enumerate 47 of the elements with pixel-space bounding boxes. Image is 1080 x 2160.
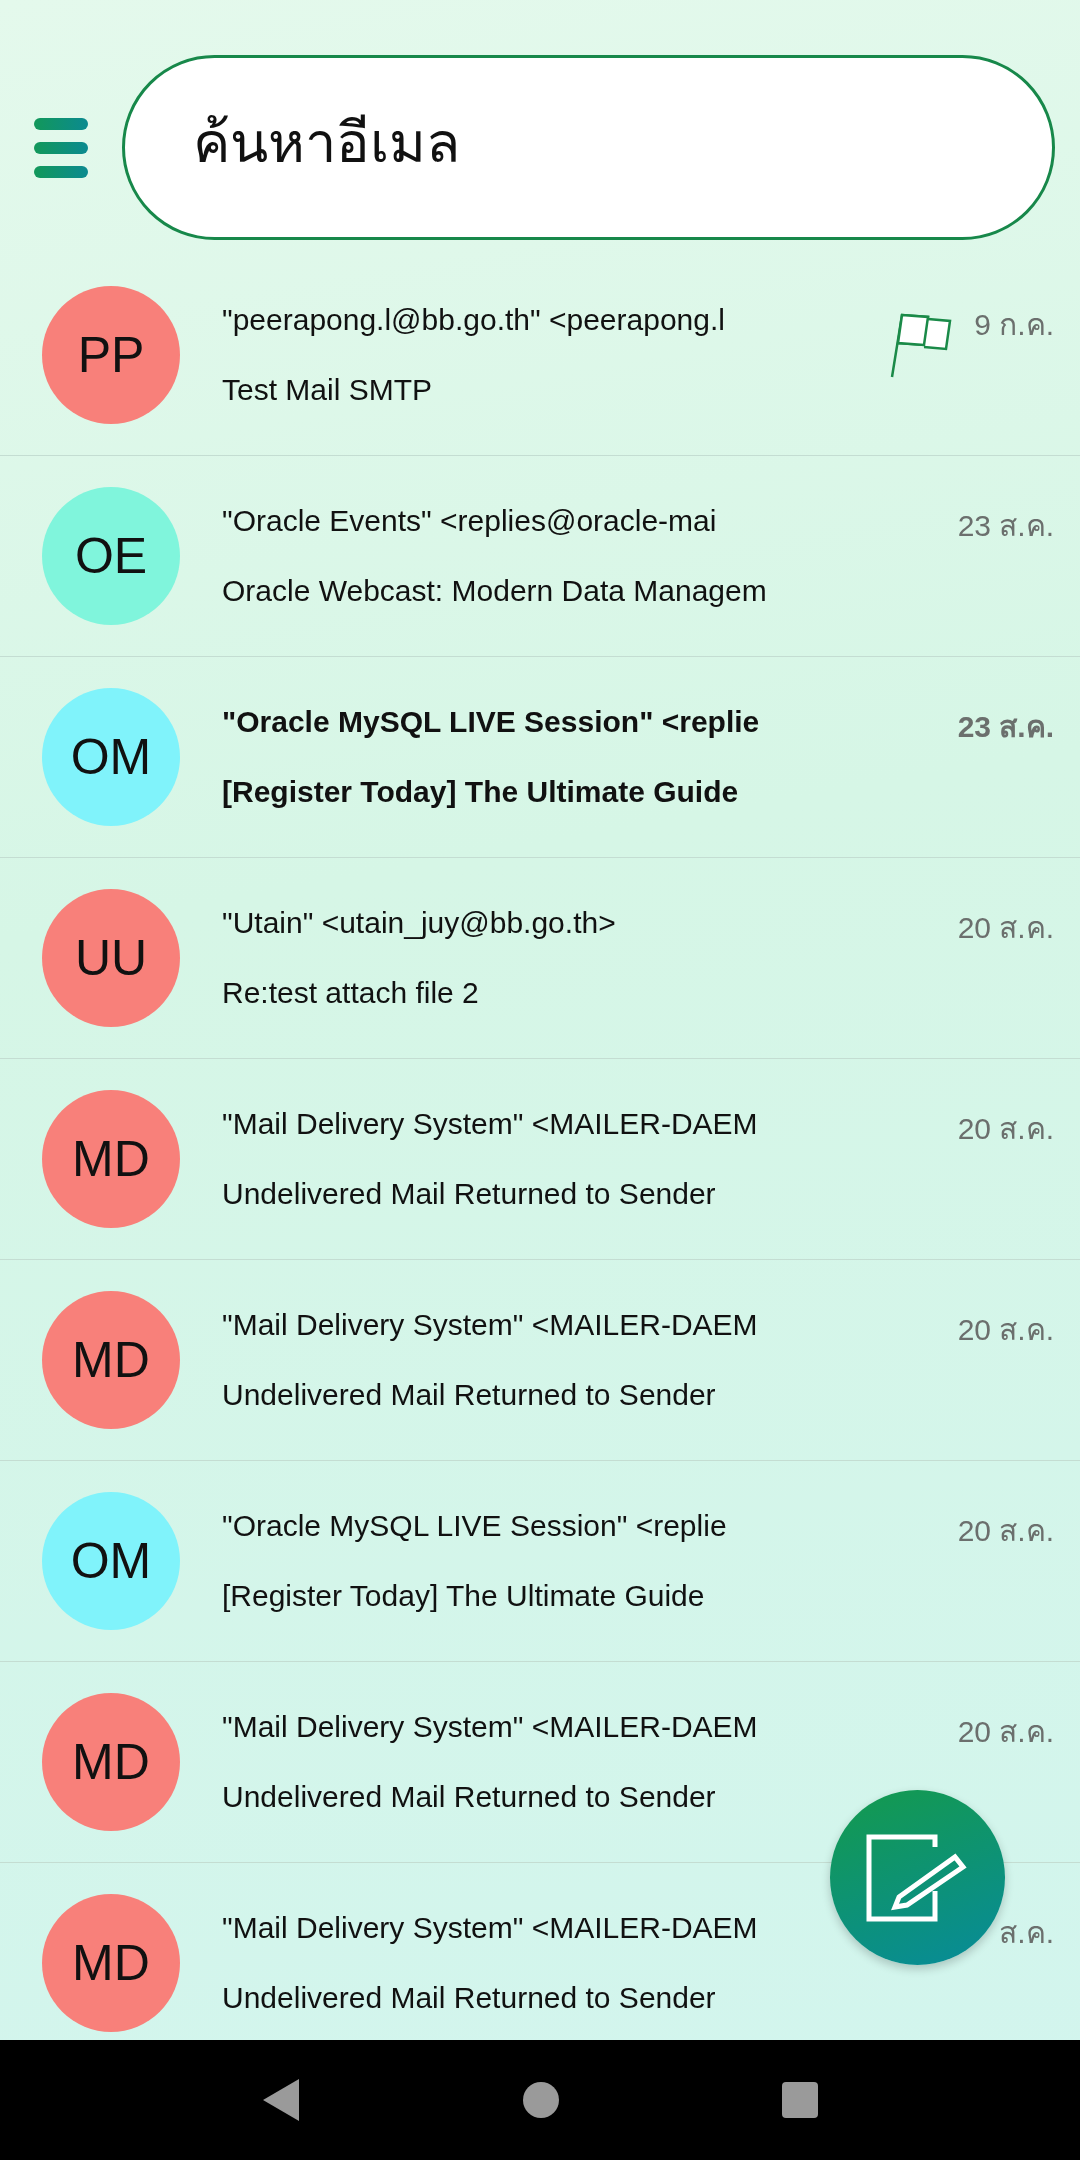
email-row[interactable]: UU "Utain" <utain_juy@bb.go.th> Re:test attach file 2 20 ส.ค. <box>0 858 1080 1059</box>
date-text: 23 ส.ค. <box>957 508 1054 544</box>
sender-text: "Mail Delivery System" <MAILER-DAEM <box>222 1308 759 1342</box>
date-text: 20 ส.ค. <box>957 1714 1054 1750</box>
avatar: MD <box>42 1291 180 1429</box>
email-row[interactable]: OE "Oracle Events" <replies@oracle-mai Oracle Webcast: Modern Data Managem 23 ส.ค. <box>0 456 1080 657</box>
recents-button[interactable] <box>781 2081 820 2119</box>
date-text: 20 ส.ค. <box>957 1312 1054 1348</box>
email-row[interactable]: OM "Oracle MySQL LIVE Session" <replie [Register Today] The Ultimate Guide 23 ส.ค. <box>0 657 1080 858</box>
avatar: MD <box>42 1693 180 1831</box>
sender-text: "Mail Delivery System" <MAILER-DAEM <box>222 1710 759 1744</box>
subject-text: Oracle Webcast: Modern Data Managem <box>222 574 768 608</box>
date-text: 20 ส.ค. <box>957 1111 1054 1147</box>
home-button[interactable] <box>522 2081 560 2119</box>
avatar: OM <box>42 1492 180 1630</box>
email-row[interactable]: OM "Oracle MySQL LIVE Session" <replie [Register Today] The Ultimate Guide 20 ส.ค. <box>0 1461 1080 1662</box>
date-text: ส.ค. <box>999 1915 1054 1951</box>
date-text: 20 ส.ค. <box>957 1513 1054 1549</box>
avatar: OE <box>42 487 180 625</box>
email-row[interactable]: MD "Mail Delivery System" <MAILER-DAEM Undelivered Mail Returned to Sender 20 ส.ค. <box>0 1059 1080 1260</box>
date-text: 9 ก.ค. <box>974 307 1054 343</box>
sender-text: "Oracle Events" <replies@oracle-mai <box>222 504 718 538</box>
subject-text: Undelivered Mail Returned to Sender <box>222 1177 717 1211</box>
menu-button[interactable] <box>34 117 88 178</box>
avatar: UU <box>42 889 180 1027</box>
subject-text: Undelivered Mail Returned to Sender <box>222 1780 717 1814</box>
subject-text: Test Mail SMTP <box>222 373 434 407</box>
subject-text: [Register Today] The Ultimate Guide <box>222 1579 706 1613</box>
avatar: PP <box>42 286 180 424</box>
avatar: MD <box>42 1090 180 1228</box>
sender-text: "peerapong.l@bb.go.th" <peerapong.l <box>222 303 726 337</box>
sender-text: "Utain" <utain_juy@bb.go.th> <box>222 906 617 940</box>
sender-text: "Mail Delivery System" <MAILER-DAEM <box>222 1911 759 1945</box>
sender-text: "Oracle MySQL LIVE Session" <replie <box>222 705 761 739</box>
date-text: 23 ส.ค. <box>957 709 1054 745</box>
subject-text: Undelivered Mail Returned to Sender <box>222 1981 717 2015</box>
subject-text: Re:test attach file 2 <box>222 976 480 1010</box>
sender-text: "Mail Delivery System" <MAILER-DAEM <box>222 1107 759 1141</box>
avatar: MD <box>42 1894 180 2032</box>
avatar: OM <box>42 688 180 826</box>
subject-text: [Register Today] The Ultimate Guide <box>222 775 740 809</box>
search-field[interactable]: ค้นหาอีเมล <box>122 55 1055 240</box>
email-row[interactable]: MD "Mail Delivery System" <MAILER-DAEM Undelivered Mail Returned to Sender 20 ส.ค. <box>0 1260 1080 1461</box>
subject-text: Undelivered Mail Returned to Sender <box>222 1378 717 1412</box>
date-text: 20 ส.ค. <box>957 910 1054 946</box>
sender-text: "Oracle MySQL LIVE Session" <replie <box>222 1509 728 1543</box>
email-row[interactable]: PP "peerapong.l@bb.go.th" <peerapong.l Test Mail SMTP 9 ก.ค. <box>0 255 1080 456</box>
